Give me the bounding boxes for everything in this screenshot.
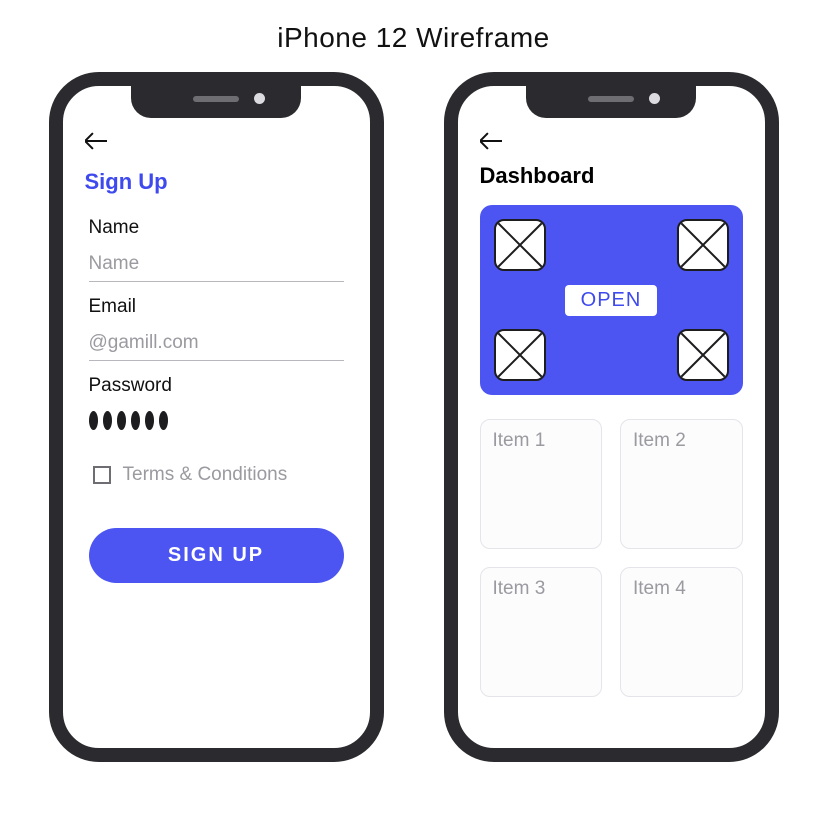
signup-button[interactable]: SIGN UP xyxy=(89,528,344,583)
email-input[interactable]: @gamill.com xyxy=(89,328,344,361)
terms-row: Terms & Conditions xyxy=(89,464,344,486)
dashboard-item-card[interactable]: Item 4 xyxy=(620,567,743,697)
device-notch xyxy=(131,82,301,118)
dashboard-item-card[interactable]: Item 1 xyxy=(480,419,603,549)
image-placeholder-icon xyxy=(677,219,729,271)
password-input[interactable] xyxy=(89,407,344,436)
terms-label: Terms & Conditions xyxy=(123,464,288,486)
phone-frame-dashboard: Dashboard OPEN xyxy=(444,72,779,762)
name-input[interactable]: Name xyxy=(89,249,344,282)
name-label: Name xyxy=(89,217,344,239)
dashboard-heading: Dashboard xyxy=(480,163,743,189)
dashboard-item-card[interactable]: Item 3 xyxy=(480,567,603,697)
open-badge[interactable]: OPEN xyxy=(565,285,658,316)
image-placeholder-icon xyxy=(494,219,546,271)
email-label: Email xyxy=(89,296,344,318)
dashboard-item-grid: Item 1 Item 2 Item 3 Item 4 xyxy=(480,419,743,697)
signup-heading: Sign Up xyxy=(85,169,348,195)
back-arrow-icon[interactable] xyxy=(480,132,502,150)
wireframe-stage: Sign Up Name Name Email @gamill.com Pass… xyxy=(0,72,827,762)
back-arrow-icon[interactable] xyxy=(85,132,107,150)
phone-frame-signup: Sign Up Name Name Email @gamill.com Pass… xyxy=(49,72,384,762)
image-placeholder-icon xyxy=(677,329,729,381)
device-notch xyxy=(526,82,696,118)
password-label: Password xyxy=(89,375,344,397)
image-placeholder-icon xyxy=(494,329,546,381)
page-title: iPhone 12 Wireframe xyxy=(0,0,827,54)
screen-signup: Sign Up Name Name Email @gamill.com Pass… xyxy=(63,86,370,748)
signup-form: Name Name Email @gamill.com Password Ter… xyxy=(85,217,348,583)
terms-checkbox[interactable] xyxy=(93,466,111,484)
dashboard-item-card[interactable]: Item 2 xyxy=(620,419,743,549)
dashboard-hero-card[interactable]: OPEN xyxy=(480,205,743,395)
screen-dashboard: Dashboard OPEN xyxy=(458,86,765,748)
